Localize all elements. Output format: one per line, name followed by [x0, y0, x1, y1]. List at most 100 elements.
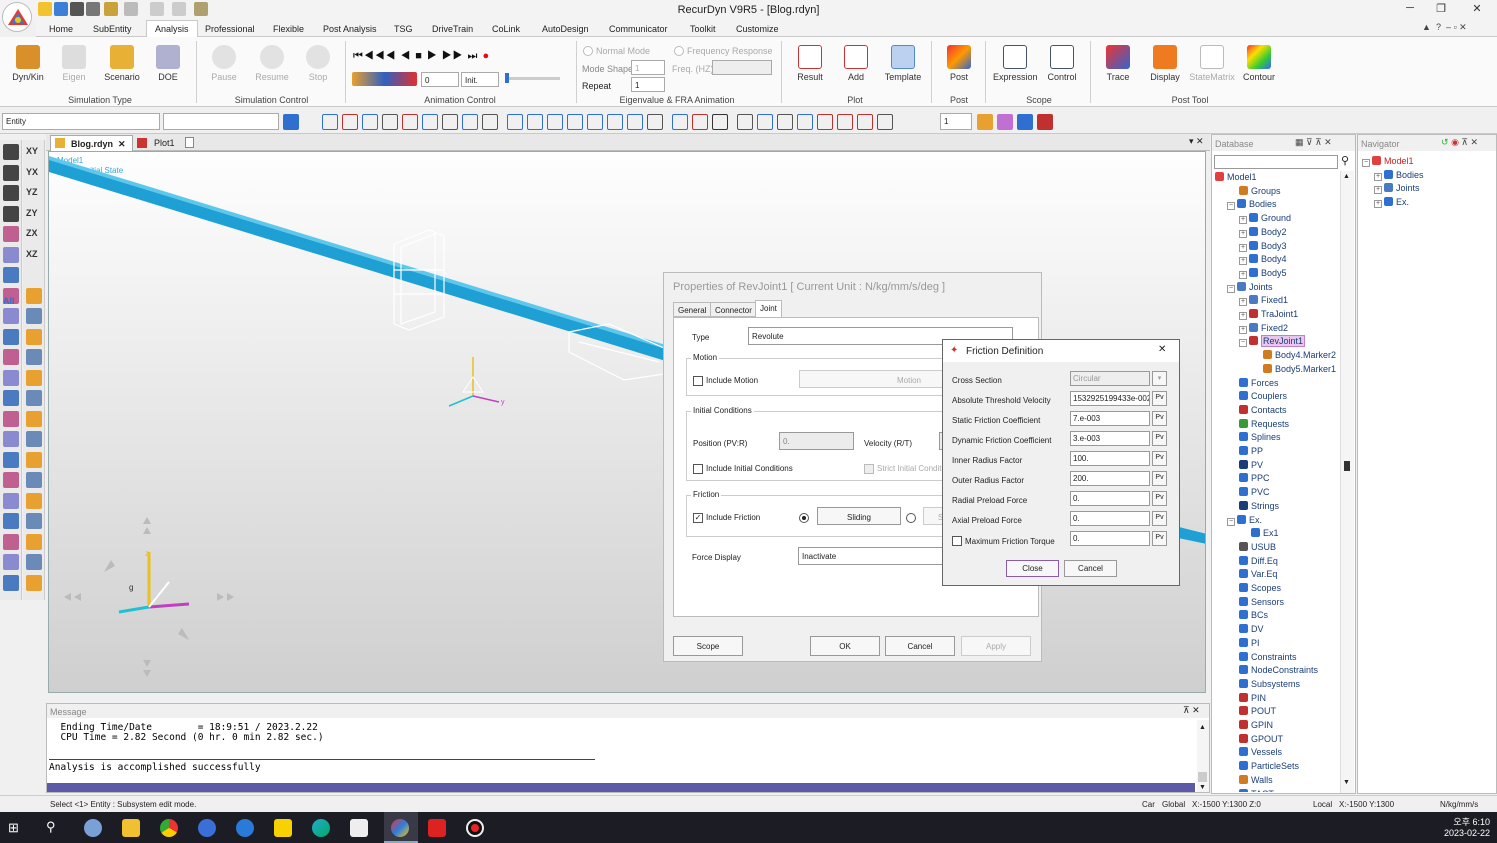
- entity-tool-14-icon[interactable]: [26, 410, 42, 427]
- menu-autodesign[interactable]: AutoDesign: [542, 24, 589, 34]
- tree-item-body5[interactable]: + Body5: [1239, 267, 1287, 279]
- friction-row-field[interactable]: 200.: [1070, 471, 1150, 486]
- view-right-icon[interactable]: [587, 114, 603, 130]
- tree-item-joints[interactable]: + Joints: [1374, 183, 1420, 195]
- expand-icon[interactable]: +: [1239, 243, 1247, 252]
- tree-item-bcs[interactable]: BCs: [1227, 610, 1268, 620]
- chrome-icon[interactable]: [160, 819, 178, 837]
- layer-combo[interactable]: 1: [940, 113, 972, 130]
- menu-analysis[interactable]: Analysis: [146, 20, 198, 38]
- theme-icon[interactable]: ▲: [1422, 22, 1431, 32]
- modeling-tool-13-icon[interactable]: [3, 390, 19, 406]
- menu-communicator[interactable]: Communicator: [609, 24, 668, 34]
- tree-item-groups[interactable]: Groups: [1227, 185, 1281, 196]
- collapse-icon[interactable]: −: [1227, 202, 1235, 211]
- friction-close-button[interactable]: Close: [1006, 560, 1059, 577]
- tree-item-fixed2[interactable]: + Fixed2: [1239, 322, 1288, 334]
- expand-icon[interactable]: +: [1239, 270, 1247, 279]
- rotate-icon[interactable]: [342, 114, 358, 130]
- friction-row-field[interactable]: 1532925199433e-002: [1070, 391, 1150, 406]
- collapse-icon[interactable]: −: [1227, 517, 1235, 526]
- select-point-icon[interactable]: [422, 114, 438, 130]
- max-friction-torque-pv-button[interactable]: Pv: [1152, 531, 1167, 546]
- tree-item-tact[interactable]: TACT: [1227, 788, 1274, 792]
- view-zx-button[interactable]: ZX: [26, 228, 38, 238]
- position-field[interactable]: 0.: [779, 432, 854, 450]
- grid-icon[interactable]: [672, 114, 688, 130]
- include-motion-checkbox[interactable]: [693, 376, 703, 386]
- tree-item-pin[interactable]: PIN: [1227, 692, 1266, 703]
- pv-button[interactable]: Pv: [1152, 471, 1167, 486]
- tree-item-ground[interactable]: + Ground: [1239, 213, 1291, 225]
- modeling-tool-2-icon[interactable]: [3, 164, 19, 181]
- menu-home[interactable]: Home: [49, 24, 73, 34]
- entity-name-combo[interactable]: [163, 113, 279, 130]
- tree-item-body4[interactable]: + Body4: [1239, 254, 1287, 266]
- display-button[interactable]: Display: [1146, 45, 1184, 82]
- modeling-tool-19-icon[interactable]: [3, 513, 19, 529]
- tree-item-pp[interactable]: PP: [1227, 446, 1263, 456]
- menu-tsg[interactable]: TSG: [394, 24, 413, 34]
- pv-button[interactable]: Pv: [1152, 491, 1167, 506]
- entity-tool-19-icon[interactable]: [26, 513, 42, 529]
- view-top-icon[interactable]: [607, 114, 623, 130]
- clock-date[interactable]: 2023-02-22: [1430, 828, 1490, 838]
- expand-icon[interactable]: +: [1239, 216, 1247, 225]
- pan-icon[interactable]: [322, 114, 338, 130]
- red-shield-icon[interactable]: [1037, 114, 1053, 130]
- tree-item-strings[interactable]: Strings: [1227, 500, 1279, 511]
- strict-initial-conditions-checkbox[interactable]: [864, 464, 874, 474]
- tree-item-model1[interactable]: − Model1: [1362, 156, 1414, 167]
- menu-professional[interactable]: Professional: [205, 24, 255, 34]
- tab-connector[interactable]: Connector: [710, 302, 757, 317]
- message-vscroll[interactable]: ▲ ▼: [1197, 720, 1209, 792]
- scenario-button[interactable]: Scenario: [102, 45, 142, 82]
- pause-button[interactable]: Pause: [206, 45, 242, 82]
- layer-icon[interactable]: [877, 114, 893, 130]
- tree-item-gpin[interactable]: GPIN: [1227, 720, 1273, 730]
- expand-icon[interactable]: +: [1239, 298, 1247, 307]
- tree-item-nodeconstraints[interactable]: NodeConstraints: [1227, 665, 1318, 675]
- close-tab-icon[interactable]: ✕: [118, 139, 126, 149]
- apply-entity-icon[interactable]: [283, 114, 299, 130]
- tree-item-body5-marker1[interactable]: Body5.Marker1: [1251, 363, 1336, 374]
- navigator-header-tools[interactable]: ↺ ◉ ⊼ ✕: [1441, 137, 1478, 148]
- scroll-down-icon[interactable]: ▼: [1343, 779, 1350, 786]
- orange-cube-icon[interactable]: [977, 114, 993, 130]
- tree-item-bodies[interactable]: + Bodies: [1374, 169, 1424, 181]
- tree-item-diff-eq[interactable]: Diff.Eq: [1227, 555, 1278, 566]
- force-display-combo[interactable]: Inactivate: [798, 547, 948, 565]
- tree-item-model1[interactable]: Model1: [1215, 172, 1257, 182]
- box-select-icon[interactable]: [777, 114, 793, 130]
- animation-playback-controls[interactable]: ⏮◀◀◀ ◀ ■ ▶ ▶▶ ⏭ ●: [353, 50, 573, 64]
- friction-option-radio-1[interactable]: [799, 513, 809, 523]
- tree-item-body3[interactable]: + Body3: [1239, 240, 1287, 252]
- scope-button[interactable]: Scope: [673, 636, 743, 656]
- chevron-down-icon[interactable]: ▾: [1152, 371, 1167, 386]
- tree-item-constraints[interactable]: Constraints: [1227, 651, 1297, 662]
- box-highlight-icon[interactable]: [797, 114, 813, 130]
- stop-button[interactable]: Stop: [300, 45, 336, 82]
- modeling-tool-16-icon[interactable]: [3, 451, 19, 468]
- tree-item-gpout[interactable]: GPOUT: [1227, 733, 1283, 744]
- cancel-button[interactable]: Cancel: [885, 636, 955, 656]
- text-icon[interactable]: [712, 114, 728, 130]
- recorder-icon[interactable]: [466, 819, 484, 837]
- tree-item-ex1[interactable]: Ex1: [1239, 528, 1279, 538]
- modeling-tool-3-icon[interactable]: [3, 185, 19, 201]
- tree-item-subsystems[interactable]: Subsystems: [1227, 678, 1300, 689]
- result-button[interactable]: Result: [792, 45, 828, 82]
- modeling-tool-5-icon[interactable]: [3, 226, 19, 242]
- frequency-response-radio[interactable]: [674, 46, 684, 56]
- entity-tool-11-icon[interactable]: [26, 349, 42, 365]
- tree-item-trajoint1[interactable]: + TraJoint1: [1239, 309, 1298, 320]
- menu-post-analysis[interactable]: Post Analysis: [323, 24, 377, 34]
- entity-tool-17-icon[interactable]: [26, 472, 42, 488]
- resume-button[interactable]: Resume: [252, 45, 292, 82]
- tree-item-splines[interactable]: Splines: [1227, 432, 1281, 442]
- menu-flexible[interactable]: Flexible: [273, 24, 304, 34]
- entity-tool-18-icon[interactable]: [26, 492, 42, 509]
- database-header-tools[interactable]: ▦ ⊽ ⊼ ✕: [1295, 137, 1332, 148]
- expand-icon[interactable]: +: [1374, 172, 1382, 181]
- menu-colink[interactable]: CoLink: [492, 24, 520, 34]
